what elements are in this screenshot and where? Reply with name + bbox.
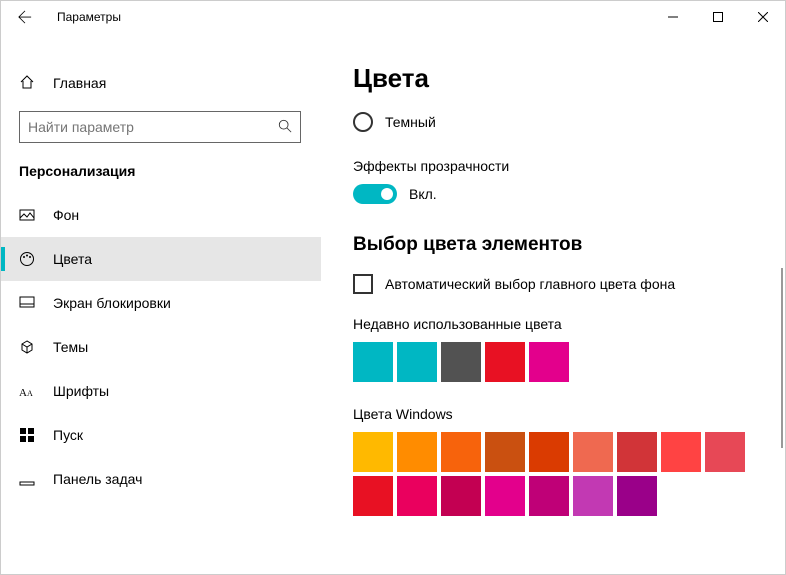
sidebar-item-lockscreen[interactable]: Экран блокировки <box>1 281 321 325</box>
sidebar-item-label: Шрифты <box>53 383 109 399</box>
sidebar-item-label: Панель задач <box>53 471 142 487</box>
color-swatch[interactable] <box>529 476 569 516</box>
recent-colors-label: Недавно использованные цвета <box>353 316 745 332</box>
search-icon <box>278 119 292 136</box>
color-swatch[interactable] <box>573 432 613 472</box>
sidebar: Главная Персонализация Фон Цвета Экран б… <box>1 33 321 574</box>
radio-label: Темный <box>385 114 436 130</box>
color-swatch[interactable] <box>661 432 701 472</box>
svg-text:A: A <box>19 387 27 398</box>
sidebar-item-taskbar[interactable]: Панель задач <box>1 457 321 501</box>
sidebar-item-label: Пуск <box>53 427 83 443</box>
home-link[interactable]: Главная <box>1 63 321 103</box>
accent-heading: Выбор цвета элементов <box>353 234 745 256</box>
minimize-button[interactable] <box>650 1 695 33</box>
theme-icon <box>19 339 35 355</box>
sidebar-item-label: Экран блокировки <box>53 295 171 311</box>
font-icon: AA <box>19 383 35 399</box>
color-swatch[interactable] <box>397 476 437 516</box>
lockscreen-icon <box>19 295 35 311</box>
window-title: Параметры <box>57 10 121 24</box>
windows-colors-label: Цвета Windows <box>353 406 745 422</box>
color-swatch[interactable] <box>397 342 437 382</box>
color-swatch[interactable] <box>441 342 481 382</box>
color-swatch[interactable] <box>705 432 745 472</box>
recent-colors-row <box>353 342 745 382</box>
color-swatch[interactable] <box>353 342 393 382</box>
page-title: Цвета <box>353 63 745 94</box>
maximize-icon <box>713 12 723 22</box>
color-swatch[interactable] <box>397 432 437 472</box>
main-content: Цвета Темный Эффекты прозрачности Вкл. В… <box>321 33 785 574</box>
radio-dark[interactable]: Темный <box>353 112 745 132</box>
sidebar-item-themes[interactable]: Темы <box>1 325 321 369</box>
sidebar-item-label: Темы <box>53 339 88 355</box>
color-swatch[interactable] <box>441 476 481 516</box>
sidebar-item-fonts[interactable]: AA Шрифты <box>1 369 321 413</box>
home-label: Главная <box>53 75 106 91</box>
scrollbar-thumb[interactable] <box>781 268 783 448</box>
color-swatch[interactable] <box>485 476 525 516</box>
color-swatch[interactable] <box>617 432 657 472</box>
color-swatch[interactable] <box>353 476 393 516</box>
palette-icon <box>19 251 35 267</box>
windows-colors-grid <box>353 432 745 516</box>
sidebar-item-label: Фон <box>53 207 79 223</box>
taskbar-icon <box>19 471 35 487</box>
arrow-left-icon <box>18 10 32 24</box>
checkbox-label: Автоматический выбор главного цвета фона <box>385 276 675 292</box>
close-icon <box>758 12 768 22</box>
color-swatch[interactable] <box>529 342 569 382</box>
toggle-state: Вкл. <box>409 186 437 202</box>
maximize-button[interactable] <box>695 1 740 33</box>
image-icon <box>19 207 35 223</box>
close-button[interactable] <box>740 1 785 33</box>
auto-pick-checkbox[interactable]: Автоматический выбор главного цвета фона <box>353 274 745 294</box>
color-swatch[interactable] <box>485 342 525 382</box>
sidebar-item-background[interactable]: Фон <box>1 193 321 237</box>
svg-text:A: A <box>27 389 33 398</box>
sidebar-item-colors[interactable]: Цвета <box>1 237 321 281</box>
radio-icon <box>353 112 373 132</box>
color-swatch[interactable] <box>485 432 525 472</box>
sidebar-item-label: Цвета <box>53 251 92 267</box>
color-swatch[interactable] <box>617 476 657 516</box>
checkbox-icon <box>353 274 373 294</box>
minimize-icon <box>668 12 678 22</box>
section-title: Персонализация <box>1 143 321 193</box>
start-icon <box>19 427 35 443</box>
search-field[interactable] <box>28 119 278 135</box>
transparency-label: Эффекты прозрачности <box>353 158 745 174</box>
transparency-toggle[interactable] <box>353 184 397 204</box>
back-button[interactable] <box>9 1 41 33</box>
color-swatch[interactable] <box>441 432 481 472</box>
search-input[interactable] <box>19 111 301 143</box>
color-swatch[interactable] <box>353 432 393 472</box>
color-swatch[interactable] <box>529 432 569 472</box>
titlebar: Параметры <box>1 1 785 33</box>
home-icon <box>19 74 35 93</box>
color-swatch[interactable] <box>573 476 613 516</box>
sidebar-item-start[interactable]: Пуск <box>1 413 321 457</box>
